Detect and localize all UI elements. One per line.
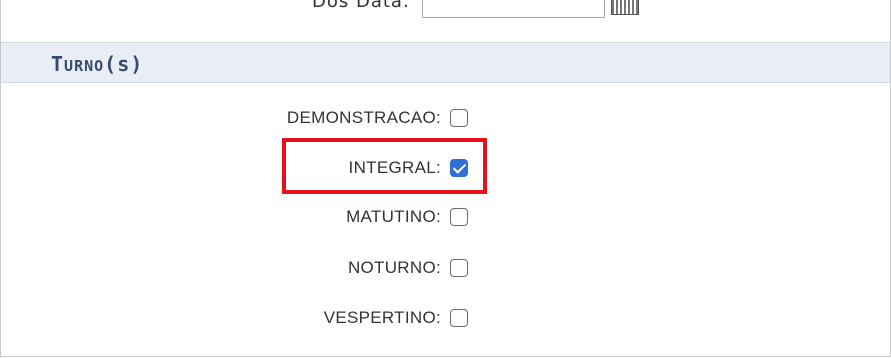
calendar-icon[interactable] <box>611 0 639 15</box>
option-vespertino[interactable]: VESPERTINO: <box>324 306 468 330</box>
option-demonstracao[interactable]: DEMONSTRACAO: <box>287 106 468 130</box>
top-field-row: Dos Data: <box>1 0 890 30</box>
section-header: TURNO(s) <box>1 42 890 83</box>
top-date-input[interactable] <box>422 0 605 18</box>
checkbox-demonstracao[interactable] <box>450 109 468 127</box>
option-noturno[interactable]: NOTURNO: <box>348 256 468 280</box>
section-title: TURNO(s) <box>51 52 144 76</box>
checkbox-vespertino[interactable] <box>450 309 468 327</box>
option-label: MATUTINO: <box>346 207 441 226</box>
option-label: DEMONSTRACAO: <box>286 108 441 127</box>
form-panel: Dos Data: TURNO(s) DEMONSTRACAO: INTEGRA… <box>0 0 891 357</box>
option-label: VESPERTINO: <box>323 308 441 327</box>
option-matutino[interactable]: MATUTINO: <box>346 205 468 229</box>
top-field-label: Dos Data: <box>311 0 410 12</box>
highlight-annotation <box>282 138 487 194</box>
checkbox-matutino[interactable] <box>450 208 468 226</box>
option-label: NOTURNO: <box>347 258 441 277</box>
checkbox-noturno[interactable] <box>450 259 468 277</box>
